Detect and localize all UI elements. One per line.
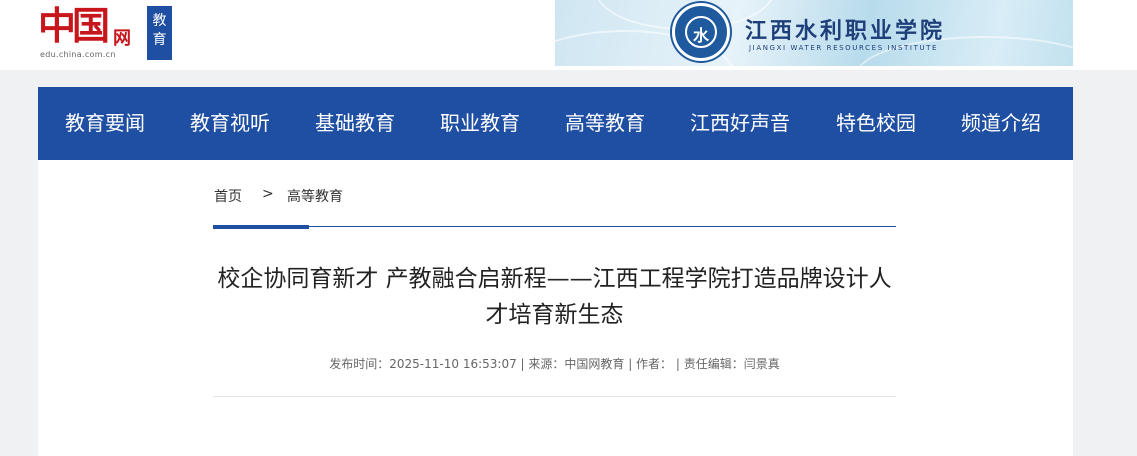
breadcrumb-divider-accent bbox=[213, 225, 309, 229]
logo-brand-suffix: 网 bbox=[113, 28, 131, 49]
nav-item-vocational-education[interactable]: 职业教育 bbox=[440, 87, 520, 160]
article-container: 首页 > 高等教育 校企协同育新才 产教融合启新程——江西工程学院打造品牌设计人… bbox=[38, 160, 1073, 456]
breadcrumb-separator: > bbox=[262, 186, 274, 202]
nav-item-jiangxi-voice[interactable]: 江西好声音 bbox=[690, 87, 790, 160]
main-nav: 教育要闻 教育视听 基础教育 职业教育 高等教育 江西好声音 特色校园 频道介绍 bbox=[38, 87, 1073, 160]
nav-item-higher-education[interactable]: 高等教育 bbox=[565, 87, 645, 160]
banner-title: 江西水利职业学院 bbox=[745, 18, 946, 44]
china-net-logo[interactable]: 中国 网 edu.china.com.cn 教育 bbox=[38, 4, 178, 62]
article-title: 校企协同育新才 产教融合启新程——江西工程学院打造品牌设计人才培育新生态 bbox=[217, 266, 892, 328]
nav-item-education-video[interactable]: 教育视听 bbox=[190, 87, 270, 160]
institute-seal-icon: 水 bbox=[672, 3, 730, 61]
article-meta: 发布时间：2025-11-10 16:53:07 | 来源：中国网教育 | 作者… bbox=[329, 357, 780, 371]
nav-item-education-news[interactable]: 教育要闻 bbox=[65, 87, 145, 160]
nav-item-basic-education[interactable]: 基础教育 bbox=[315, 87, 395, 160]
seal-character: 水 bbox=[692, 26, 709, 45]
site-header: 中国 网 edu.china.com.cn 教育 水 江西水利职业学院 JIAN… bbox=[0, 0, 1137, 70]
logo-url-text: edu.china.com.cn bbox=[40, 50, 116, 59]
breadcrumb-home-link[interactable]: 首页 bbox=[214, 186, 242, 206]
channel-badge: 教育 bbox=[147, 6, 172, 60]
nav-item-channel-intro[interactable]: 频道介绍 bbox=[961, 87, 1041, 160]
breadcrumb-current-link[interactable]: 高等教育 bbox=[287, 186, 343, 206]
jiangxi-water-institute-banner[interactable]: 水 江西水利职业学院 JIANGXI WATER RESOURCES INSTI… bbox=[555, 0, 1073, 66]
meta-divider bbox=[213, 396, 896, 397]
nav-item-featured-campus[interactable]: 特色校园 bbox=[836, 87, 916, 160]
breadcrumb-divider bbox=[213, 226, 896, 227]
banner-subtitle: JIANGXI WATER RESOURCES INSTITUTE bbox=[749, 44, 939, 52]
logo-brand: 中国 bbox=[38, 3, 110, 48]
